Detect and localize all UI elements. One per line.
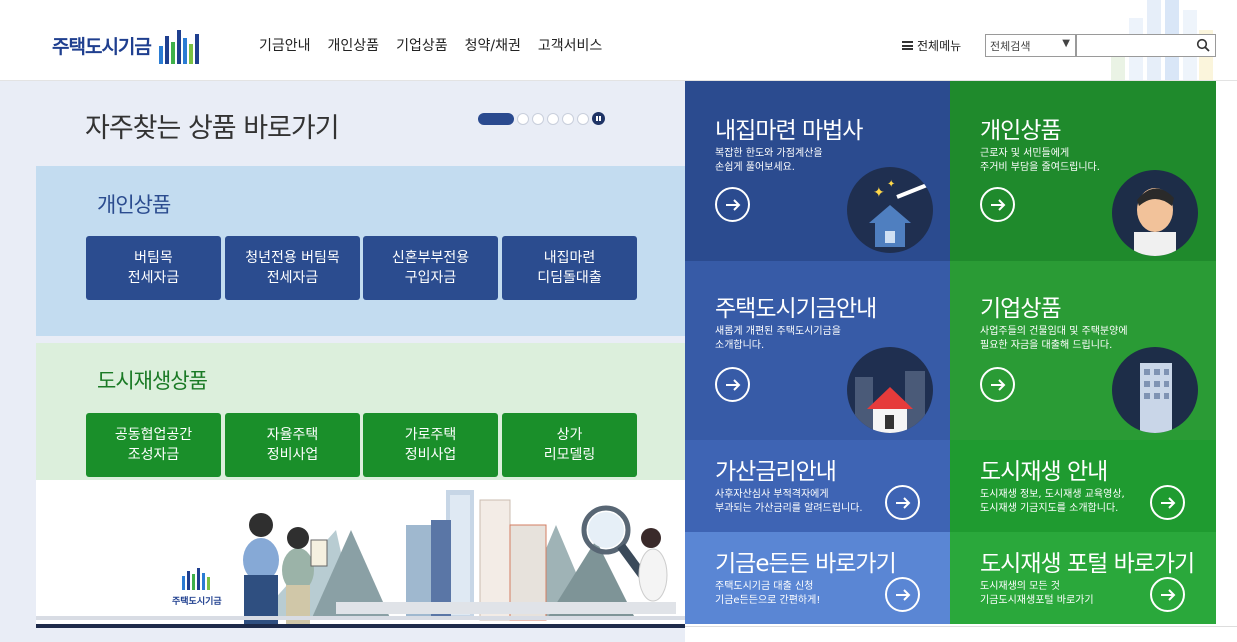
arrow-right-icon[interactable] (980, 367, 1015, 402)
tile-title: 도시재생 포털 바로가기 (980, 551, 1195, 577)
product-button-didimdol[interactable]: 내집마련 디딤돌대출 (502, 236, 637, 300)
quick-links-title: 자주찾는 상품 바로가기 (85, 113, 340, 144)
personal-products-title: 개인상품 (97, 193, 171, 217)
tile-desc: 사후자산심사 부적격자에게 부과되는 가산금리를 알려드립니다. (715, 489, 863, 514)
tile-home-wizard[interactable]: 내집마련 마법사 복잡한 한도와 가점계산을 손쉽게 풀어보세요. ✦ ✦ (685, 81, 951, 261)
tile-desc: 도시재생 정보, 도시재생 교육영상, 도시재생 기금지도를 소개합니다. (980, 489, 1125, 514)
nav-fund-info[interactable]: 기금안내 (259, 35, 311, 55)
logo-bars-icon (158, 26, 199, 64)
arrow-right-icon[interactable] (1150, 577, 1185, 612)
person-icon (1112, 170, 1198, 256)
main-nav: 기금안내 개인상품 기업상품 청약/채권 고객서비스 (259, 35, 602, 55)
building-icon (1112, 347, 1198, 433)
tile-desc: 새롭게 개편된 주택도시기금을 소개합니다. (715, 326, 841, 351)
slide-pager (478, 112, 605, 125)
tile-title: 기금e든든 바로가기 (715, 551, 897, 577)
tile-title: 개인상품 (980, 118, 1062, 144)
product-button-street-housing[interactable]: 가로주택 정비사업 (363, 413, 498, 477)
nav-customer-service[interactable]: 고객서비스 (538, 35, 602, 55)
illustration-logo: 주택도시기금 (172, 568, 222, 607)
arrow-right-icon[interactable] (715, 187, 750, 222)
urban-products-title: 도시재생상품 (97, 369, 208, 393)
magic-house-icon: ✦ ✦ (847, 167, 933, 253)
product-button-autonomous-housing[interactable]: 자율주택 정비사업 (225, 413, 360, 477)
tile-title: 기업상품 (980, 296, 1062, 322)
nav-corporate[interactable]: 기업상품 (396, 35, 448, 55)
search-scope-select[interactable]: 전체검색 ▼ (985, 34, 1076, 57)
logo-text: 주택도시기금 (52, 35, 152, 58)
pager-dot[interactable] (577, 112, 589, 125)
search-scope-value: 전체검색 (990, 40, 1031, 53)
product-button-shop-remodeling[interactable]: 상가 리모델링 (502, 413, 637, 477)
logo-bars-icon (181, 568, 210, 590)
footer-strip (685, 626, 1237, 642)
pager-dot[interactable] (562, 112, 574, 125)
arrow-right-icon[interactable] (980, 187, 1015, 222)
arrow-right-icon[interactable] (1150, 485, 1185, 520)
all-menu-button[interactable]: 전체메뉴 (902, 37, 961, 54)
tile-desc: 근로자 및 서민들에게 주거비 부담을 줄여드립니다. (980, 148, 1100, 173)
hamburger-icon (902, 41, 913, 50)
pager-dot[interactable] (532, 112, 544, 125)
product-button-youth-beotimmok[interactable]: 청년전용 버팀목 전세자금 (225, 236, 360, 300)
tile-fund-edeundeun[interactable]: 기금e든든 바로가기 주택도시기금 대출 신청 기금e든든으로 간편하게! (685, 532, 951, 624)
svg-text:✦: ✦ (873, 185, 885, 201)
bottom-bar (36, 624, 685, 628)
tile-urban-regeneration-info[interactable]: 도시재생 안내 도시재생 정보, 도시재생 교육영상, 도시재생 기금지도를 소… (950, 440, 1216, 532)
tile-desc: 도시재생의 모든 것 기금도시재생포털 바로가기 (980, 581, 1094, 606)
svg-text:✦: ✦ (887, 179, 895, 190)
tile-personal-products[interactable]: 개인상품 근로자 및 서민들에게 주거비 부담을 줄여드립니다. (950, 81, 1216, 261)
arrow-right-icon[interactable] (715, 367, 750, 402)
chevron-down-icon: ▼ (1062, 38, 1070, 49)
site-logo[interactable]: 주택도시기금 (52, 26, 199, 64)
city-illustration (36, 480, 685, 626)
pager-dot-active[interactable] (478, 112, 514, 125)
header: 주택도시기금 기금안내 개인상품 기업상품 청약/채권 고객서비스 전체메뉴 전… (0, 0, 1237, 81)
search-input[interactable] (1076, 34, 1216, 57)
arrow-right-icon[interactable] (885, 577, 920, 612)
tile-title: 가산금리안내 (715, 459, 837, 485)
tile-desc: 사업주들의 건물임대 및 주택분양에 필요한 자금을 대출해 드립니다. (980, 326, 1128, 351)
product-button-coworking[interactable]: 공동협업공간 조성자금 (86, 413, 221, 477)
tile-urban-regeneration-portal[interactable]: 도시재생 포털 바로가기 도시재생의 모든 것 기금도시재생포털 바로가기 (950, 532, 1216, 624)
tile-interest-rate[interactable]: 가산금리안내 사후자산심사 부적격자에게 부과되는 가산금리를 알려드립니다. (685, 440, 951, 532)
tile-fund-info[interactable]: 주택도시기금안내 새롭게 개편된 주택도시기금을 소개합니다. (685, 261, 951, 440)
nav-subscription[interactable]: 청약/채권 (465, 35, 521, 55)
search-icon[interactable] (1196, 38, 1210, 52)
arrow-right-icon[interactable] (885, 485, 920, 520)
pager-dot[interactable] (547, 112, 559, 125)
tile-corporate-products[interactable]: 기업상품 사업주들의 건물임대 및 주택분양에 필요한 자금을 대출해 드립니다… (950, 261, 1216, 440)
product-button-newlywed[interactable]: 신혼부부전용 구입자금 (363, 236, 498, 300)
tile-desc: 주택도시기금 대출 신청 기금e든든으로 간편하게! (715, 581, 821, 606)
all-menu-label: 전체메뉴 (917, 39, 962, 53)
pager-dot[interactable] (517, 112, 529, 125)
nav-personal[interactable]: 개인상품 (328, 35, 380, 55)
tile-title: 내집마련 마법사 (715, 118, 863, 144)
illustration-logo-text: 주택도시기금 (172, 597, 222, 607)
tile-title: 도시재생 안내 (980, 459, 1108, 485)
city-house-icon (847, 347, 933, 433)
product-button-beotimmok[interactable]: 버팀목 전세자금 (86, 236, 221, 300)
tile-title: 주택도시기금안내 (715, 296, 877, 322)
tile-desc: 복잡한 한도와 가점계산을 손쉽게 풀어보세요. (715, 148, 823, 173)
pause-icon[interactable] (592, 112, 605, 125)
